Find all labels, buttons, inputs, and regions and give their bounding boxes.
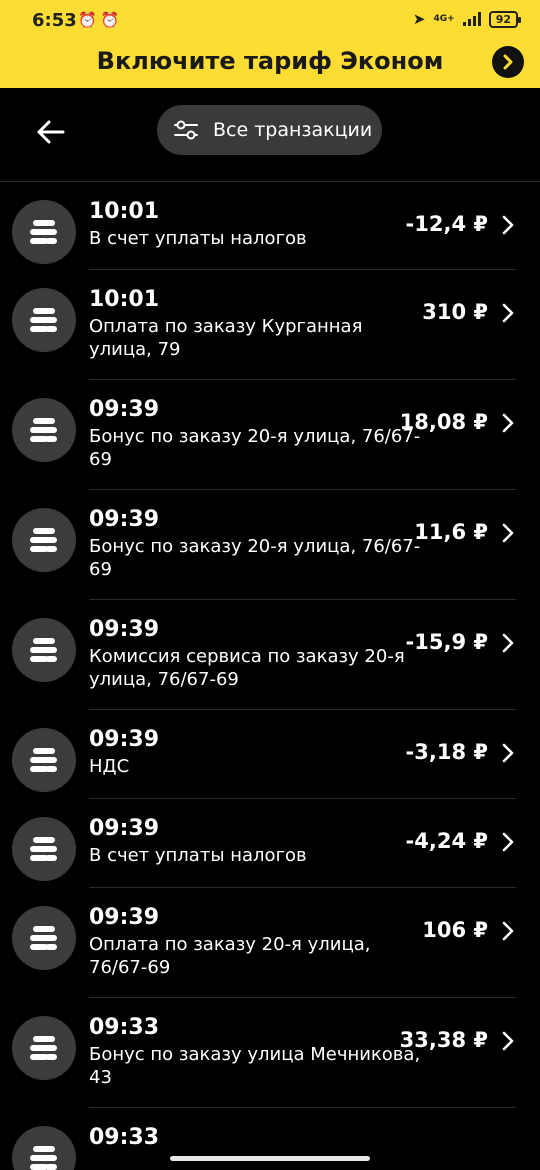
transaction-amount: 18,08 ₽ [399, 410, 488, 434]
chevron-right-icon [502, 413, 514, 433]
coins-stack-icon [30, 418, 57, 442]
transaction-time: 10:01 [89, 287, 160, 312]
battery-icon: 92 [488, 10, 522, 28]
transaction-row[interactable]: 10:01 Оплата по заказу Курганная улица, 7… [0, 270, 540, 380]
back-button[interactable] [28, 110, 72, 154]
transaction-description: В счет уплаты налогов [89, 228, 307, 249]
transaction-amount: 106 ₽ [422, 918, 488, 942]
transaction-avatar [12, 1016, 76, 1080]
transaction-avatar [12, 508, 76, 572]
banner-title[interactable]: Включите тариф Эконом [0, 47, 540, 75]
transaction-avatar [12, 728, 76, 792]
transaction-description: Бонус по заказу улица Мечникова, 43 [89, 1044, 421, 1088]
coins-stack-icon [30, 926, 57, 950]
transaction-row[interactable]: 09:39 Оплата по заказу 20-я улица, 76/67-… [0, 888, 540, 998]
transaction-amount: -15,9 ₽ [405, 630, 488, 654]
transaction-description: Бонус по заказу 20-я улица, 76/67-69 [89, 536, 421, 580]
transaction-avatar [12, 618, 76, 682]
coins-stack-icon [30, 308, 57, 332]
chevron-right-icon [502, 832, 514, 852]
transaction-amount: -3,18 ₽ [405, 740, 488, 764]
transaction-avatar [12, 398, 76, 462]
chevron-right-icon [502, 633, 514, 653]
transaction-avatar [12, 200, 76, 264]
transaction-row[interactable]: 10:01 В счет уплаты налогов -12,4 ₽ [0, 182, 540, 270]
chevron-right-icon [502, 523, 514, 543]
transaction-avatar [12, 906, 76, 970]
navigation-arrow-icon: ➤ [412, 10, 426, 28]
chevron-right-icon [502, 1031, 514, 1051]
transaction-time: 09:33 [89, 1015, 160, 1040]
transaction-time: 09:39 [89, 507, 160, 532]
coins-stack-icon [30, 837, 57, 861]
transaction-list: 10:01 В счет уплаты налогов -12,4 ₽ 10:01 Оп… [0, 182, 540, 1170]
transaction-amount: 11,6 ₽ [414, 520, 488, 544]
home-indicator[interactable] [170, 1156, 370, 1161]
filter-button[interactable]: Все транзакции [157, 105, 382, 155]
transaction-time: 10:01 [89, 199, 160, 224]
coins-stack-icon [30, 220, 57, 244]
signal-icon [462, 12, 481, 26]
chevron-right-icon [502, 303, 514, 323]
transaction-row[interactable]: 09:39 Бонус по заказу 20-я улица, 76/67-6… [0, 380, 540, 490]
transaction-amount: 33,38 ₽ [399, 1028, 488, 1052]
status-time: 6:53 [32, 10, 77, 31]
coins-stack-icon [30, 748, 57, 772]
transaction-avatar [12, 1126, 76, 1170]
transaction-description: НДС [89, 756, 130, 777]
status-icons: ➤ 4G+ 92 [412, 10, 522, 28]
coins-stack-icon [30, 1146, 57, 1170]
transaction-description: Комиссия сервиса по заказу 20-я улица, 7… [89, 646, 405, 690]
sliders-icon [174, 120, 198, 140]
coins-stack-icon [30, 1036, 57, 1060]
transaction-description: Оплата по заказу Курганная улица, 79 [89, 316, 363, 360]
arrow-left-icon [37, 120, 65, 144]
transaction-amount: -4,24 ₽ [405, 829, 488, 853]
chevron-right-icon [502, 743, 514, 763]
filter-label: Все транзакции [213, 119, 373, 141]
banner-chevron-right-icon[interactable] [492, 46, 524, 78]
transaction-time: 09:39 [89, 727, 160, 752]
screen: 6:53 ⏰⏰ ➤ 4G+ 92 Включите тариф Эконом В… [0, 0, 540, 1170]
transaction-row[interactable]: 09:39 НДС -3,18 ₽ [0, 710, 540, 799]
transaction-row[interactable]: 09:39 Бонус по заказу 20-я улица, 76/67-6… [0, 490, 540, 600]
coins-stack-icon [30, 528, 57, 552]
transaction-amount: 310 ₽ [422, 300, 488, 324]
transaction-avatar [12, 817, 76, 881]
chevron-right-icon [502, 215, 514, 235]
alarm-icon: ⏰⏰ [78, 11, 124, 29]
top-banner-area: 6:53 ⏰⏰ ➤ 4G+ 92 Включите тариф Эконом [0, 0, 540, 88]
transaction-row[interactable]: 09:33 Бонус по заказу улица Мечникова, 43… [0, 998, 540, 1108]
transaction-description: Оплата по заказу 20-я улица, 76/67-69 [89, 934, 371, 978]
transaction-description: Бонус по заказу 20-я улица, 76/67-69 [89, 426, 421, 470]
transaction-row[interactable]: 09:39 Комиссия сервиса по заказу 20-я ули… [0, 600, 540, 710]
transaction-time: 09:33 [89, 1125, 160, 1150]
transaction-time: 09:39 [89, 905, 160, 930]
transaction-avatar [12, 288, 76, 352]
transaction-time: 09:39 [89, 397, 160, 422]
transaction-time: 09:39 [89, 816, 160, 841]
chevron-right-icon [502, 921, 514, 941]
transaction-time: 09:39 [89, 617, 160, 642]
transaction-row[interactable]: 09:39 В счет уплаты налогов -4,24 ₽ [0, 799, 540, 888]
transaction-amount: -12,4 ₽ [405, 212, 488, 236]
network-type: 4G+ [433, 13, 455, 24]
transaction-description: В счет уплаты налогов [89, 845, 307, 866]
coins-stack-icon [30, 638, 57, 662]
